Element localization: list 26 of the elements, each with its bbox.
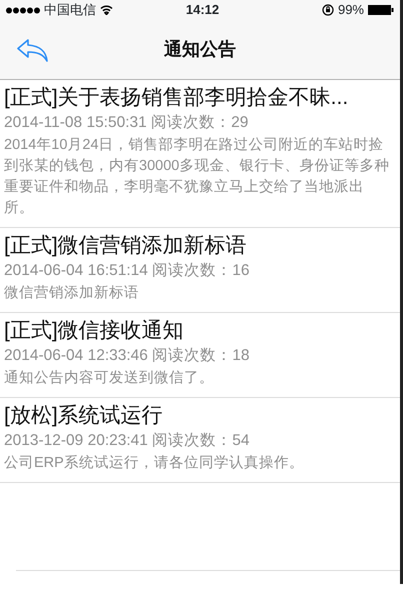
notice-item[interactable]: [正式]微信营销添加新标语 2014-06-04 16:51:14 阅读次数：16 微信营销添加新标语 xyxy=(0,228,400,313)
page-title: 通知公告 xyxy=(164,38,236,61)
notice-summary: 2014年10月24日，销售部李明在路过公司附近的车站时捡到张某的钱包，内有30000多现金、银行卡、身份证等多种重要证件和物品，李明毫不犹豫立马上交给了当地派出所。 xyxy=(4,136,390,218)
carrier-name: 中国电信 xyxy=(44,1,96,20)
wifi-icon xyxy=(100,5,113,15)
notice-meta: 2014-06-04 16:51:14 阅读次数：16 xyxy=(4,261,250,281)
notice-meta: 2014-11-08 15:50:31 阅读次数：29 xyxy=(4,113,250,133)
notice-meta: 2014-06-04 12:33:46 阅读次数：18 xyxy=(4,346,250,366)
notice-title: [正式]微信接收通知 xyxy=(4,318,185,344)
back-arrow-icon xyxy=(16,38,50,62)
clock-time: 14:12 xyxy=(186,1,220,20)
notice-meta: 2013-12-09 20:23:41 阅读次数：54 xyxy=(4,431,250,451)
notice-summary: 通知公告内容可发送到微信了。 xyxy=(4,368,215,388)
battery-percent: 99% xyxy=(338,1,364,20)
rotation-lock-icon xyxy=(322,4,334,16)
notice-title: [放松]系统试运行 xyxy=(4,403,164,429)
signal-icon xyxy=(6,6,40,14)
notice-item[interactable]: [正式]关于表扬销售部李明拾金不昧... 2014-11-08 15:50:31 阅读次数：29 2014年10月24日，销售部李明在路过公司附近的车站时捡到张某的钱包，内有30000多现金、银行卡、身份证等多种重要证件和物品，李明毫不犹豫立马上交给了当地派出所。 xyxy=(0,80,400,228)
notice-item[interactable]: [放松]系统试运行 2013-12-09 20:23:41 阅读次数：54 公司ERP系统试运行，请各位同学认真操作。 xyxy=(0,398,400,483)
notice-summary: 微信营销添加新标语 xyxy=(4,284,140,303)
notice-summary: 公司ERP系统试运行，请各位同学认真操作。 xyxy=(4,454,305,473)
notice-title: [正式]微信营销添加新标语 xyxy=(4,233,248,259)
back-button[interactable] xyxy=(16,38,50,62)
notice-item[interactable]: [正式]微信接收通知 2014-06-04 12:33:46 阅读次数：18 通知公告内容可发送到微信了。 xyxy=(0,313,400,398)
notice-title: [正式]关于表扬销售部李明拾金不昧... xyxy=(4,85,350,111)
battery-icon xyxy=(368,5,394,15)
